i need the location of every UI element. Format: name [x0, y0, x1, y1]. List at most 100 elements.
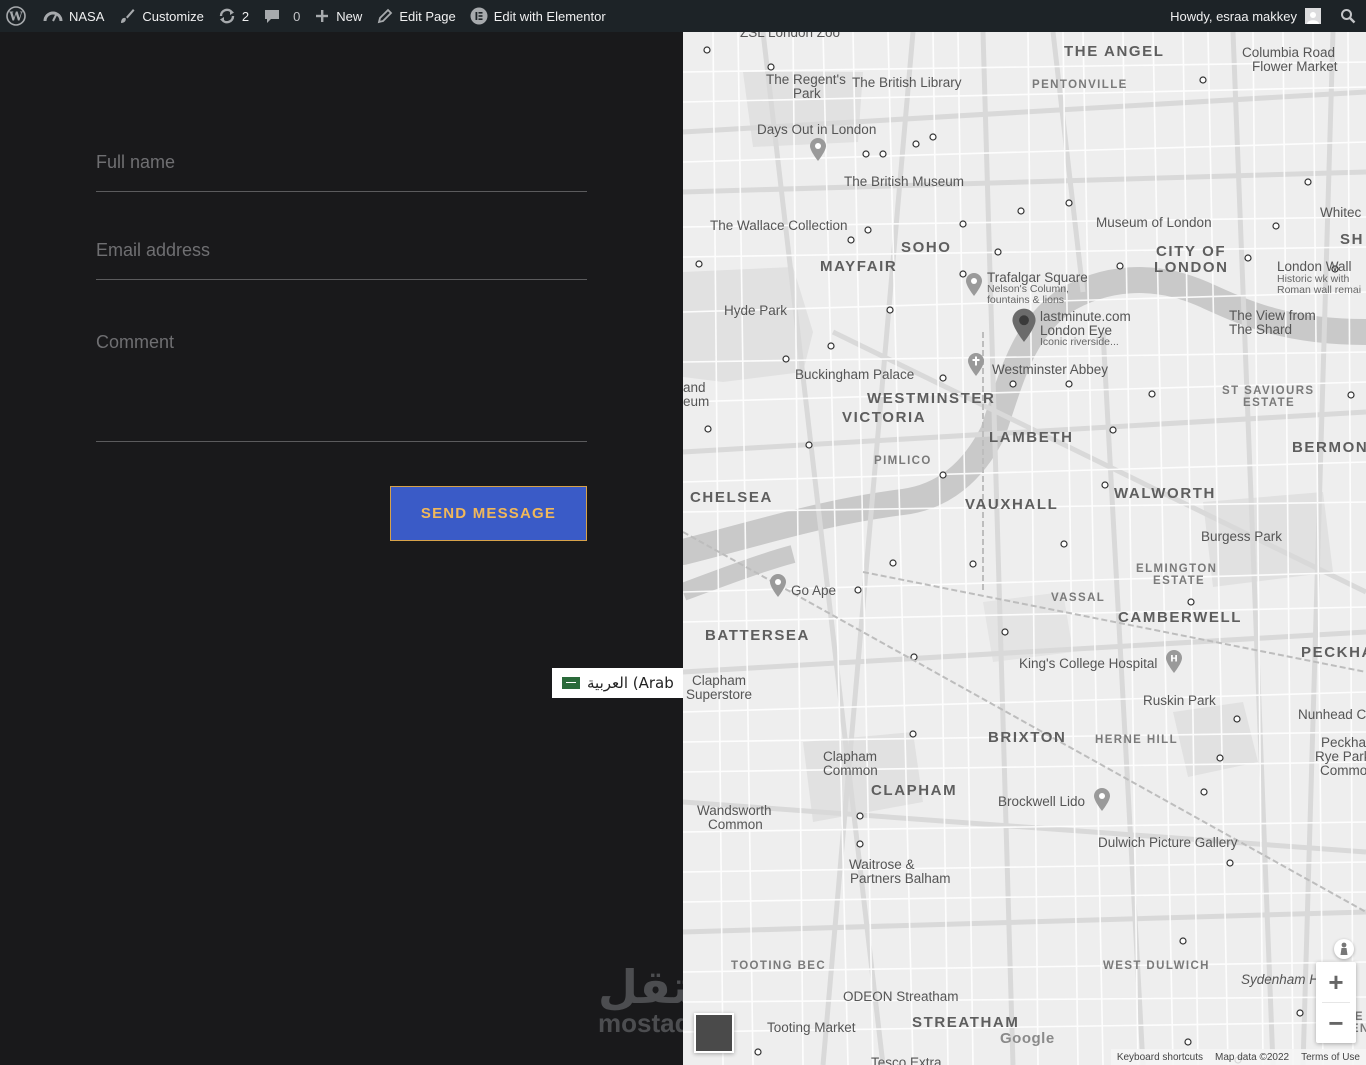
my-account-link[interactable]: Howdy, esraa makkey — [1163, 0, 1328, 32]
poi-label: Peckha — [1321, 735, 1366, 750]
street-view-pegman-icon[interactable] — [1334, 939, 1354, 959]
district-label: STREATHAM — [912, 1014, 1020, 1031]
poi-label: Clapham — [823, 749, 878, 764]
london-eye-pin-icon[interactable] — [1011, 308, 1037, 344]
poi-label: Tooting Market — [767, 1020, 856, 1035]
poi-label: The Shard — [1229, 322, 1293, 337]
zoom-control: + − — [1316, 962, 1356, 1043]
poi-label: Westminster Abbey — [992, 362, 1109, 377]
church-pin-icon[interactable] — [967, 353, 985, 377]
district-label: WESTMINSTER — [867, 390, 996, 407]
district-label: CAMBERWELL — [1118, 609, 1243, 626]
full-name-field[interactable]: Full name — [96, 142, 587, 192]
howdy-label: Howdy, esraa makkey — [1170, 8, 1297, 24]
district-label: CITY OF — [1156, 243, 1227, 260]
map-pin-icon[interactable] — [809, 138, 827, 162]
map-pin-icon[interactable] — [769, 574, 787, 598]
district-label: CHELSEA — [690, 489, 773, 506]
district-label-small: ESTATE — [1243, 397, 1296, 409]
poi-label: Tesco Extra — [871, 1055, 942, 1065]
edit-with-elementor-link[interactable]: Edit with Elementor — [463, 0, 613, 32]
poi-label: The Wallace Collection — [710, 218, 848, 233]
dashboard-icon — [43, 8, 63, 24]
site-name-link[interactable]: NASA — [36, 0, 111, 32]
contact-form-panel: Full name Email address Comment SEND MES… — [0, 32, 683, 1065]
edit-page-label: Edit Page — [399, 8, 456, 24]
poi-label: The British Library — [852, 75, 962, 90]
pencil-icon — [376, 8, 393, 25]
poi-label: Hyde Park — [724, 303, 788, 318]
keyboard-shortcuts-link[interactable]: Keyboard shortcuts — [1117, 1052, 1203, 1063]
map-data-label: Map data ©2022 — [1215, 1051, 1290, 1063]
map-pin-icon[interactable] — [965, 273, 983, 297]
updates-count: 2 — [241, 8, 250, 24]
plus-icon — [314, 8, 330, 24]
update-icon — [218, 7, 236, 25]
email-placeholder: Email address — [96, 240, 211, 260]
google-logo: Google — [1000, 1030, 1055, 1047]
send-message-button[interactable]: SEND MESSAGE — [390, 486, 587, 541]
wordpress-logo-icon[interactable]: W — [0, 0, 36, 32]
full-name-placeholder: Full name — [96, 152, 176, 172]
terms-of-use-link[interactable]: Terms of Use — [1301, 1052, 1360, 1063]
poi-label: Flower Market — [1252, 59, 1338, 74]
comment-field[interactable]: Comment — [96, 322, 587, 442]
comments-link[interactable]: 0 — [256, 0, 307, 32]
svg-text:H: H — [1170, 655, 1178, 665]
district-label: LAMBETH — [989, 429, 1074, 446]
customize-link[interactable]: Customize — [111, 0, 210, 32]
district-label-small: TOOTING BEC — [731, 960, 827, 972]
poi-label: eum — [683, 394, 710, 409]
poi-label: Go Ape — [791, 583, 837, 598]
district-label: CLAPHAM — [871, 782, 958, 799]
district-label: VAUXHALL — [965, 496, 1059, 513]
poi-label: Dulwich Picture Gallery — [1098, 835, 1238, 850]
poi-label: Superstore — [686, 687, 753, 702]
poi-label: and — [683, 380, 706, 395]
zoom-in-button[interactable]: + — [1316, 962, 1356, 1002]
poi-label: The View from — [1229, 308, 1316, 323]
updates-link[interactable]: 2 — [211, 0, 256, 32]
poi-sublabel: Iconic riverside... — [1040, 336, 1119, 348]
new-label: New — [336, 8, 363, 24]
poi-label: The Regent's — [766, 72, 846, 87]
poi-label: King's College Hospital — [1019, 656, 1158, 671]
map-layer-toggle[interactable] — [694, 1013, 734, 1053]
poi-label: Common — [708, 817, 763, 832]
wp-admin-bar: W NASA Customize 2 0 New Edit Page Edit … — [0, 0, 1366, 32]
poi-label: Rye Park — [1315, 749, 1366, 764]
paintbrush-icon — [118, 7, 136, 25]
google-map[interactable]: THE ANGEL PENTONVILLE SOHO MAYFAIR CITY … — [683, 32, 1366, 1065]
comment-bubble-icon — [263, 7, 281, 25]
zoom-out-button[interactable]: − — [1316, 1003, 1356, 1043]
language-switcher[interactable]: العربية (Arab — [552, 668, 683, 698]
flag-icon — [562, 677, 580, 689]
comments-count: 0 — [293, 8, 301, 24]
email-field[interactable]: Email address — [96, 230, 587, 280]
poi-label: ZSL London Zoo — [740, 32, 841, 40]
customize-label: Customize — [142, 8, 204, 24]
poi-sublabel: Roman wall remai — [1277, 284, 1362, 296]
poi-label: Waitrose & — [849, 857, 915, 872]
district-label-small: VASSAL — [1051, 592, 1106, 604]
new-content-link[interactable]: New — [307, 0, 369, 32]
poi-label: Wandsworth — [697, 803, 772, 818]
district-label: PIMLICO — [874, 455, 932, 467]
district-label: PECKHAM — [1301, 644, 1366, 661]
district-label-small: ESTATE — [1153, 575, 1206, 587]
poi-label: Days Out in London — [757, 122, 877, 137]
district-label: BERMOND — [1292, 439, 1366, 456]
edit-page-link[interactable]: Edit Page — [369, 0, 462, 32]
poi-label: London Wall — [1277, 259, 1352, 274]
poi-label: Partners Balham — [850, 871, 951, 886]
poi-label: Commo — [1320, 763, 1366, 778]
site-name: NASA — [69, 8, 105, 24]
hospital-pin-icon[interactable]: H — [1165, 650, 1183, 674]
map-pin-icon[interactable] — [1093, 788, 1111, 812]
admin-search-icon[interactable] — [1328, 0, 1366, 32]
district-label-small: HERNE HILL — [1095, 734, 1178, 746]
poi-label: The British Museum — [844, 174, 965, 189]
poi-sublabel: fountains & lions — [987, 294, 1065, 306]
admin-bar-right: Howdy, esraa makkey — [1163, 0, 1366, 32]
poi-label: Nunhead C — [1298, 707, 1366, 722]
